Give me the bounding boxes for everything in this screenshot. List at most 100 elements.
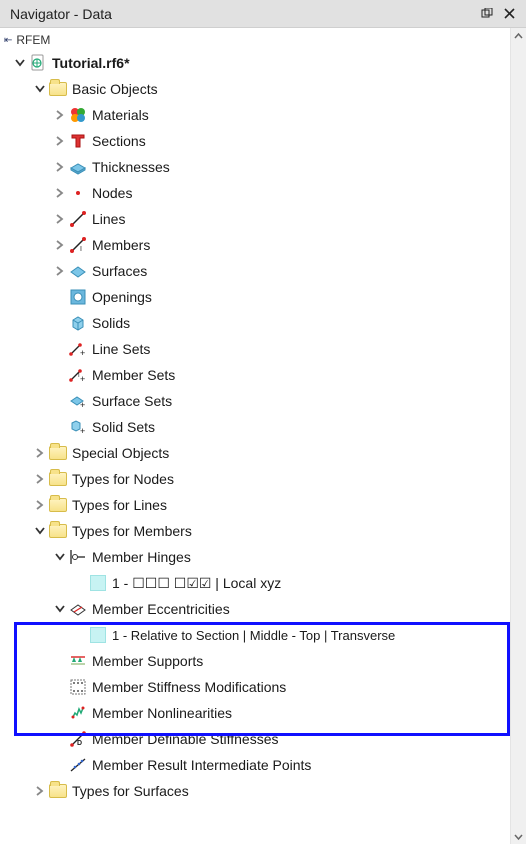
tree-item-surfaces[interactable]: Surfaces xyxy=(0,258,510,284)
types-for-nodes-label: Types for Nodes xyxy=(70,471,174,487)
solid-sets-icon: + xyxy=(68,417,88,437)
tree-item-member-hinge-1[interactable]: · 1 - ☐☐☐ ☐☑☑ | Local xyz xyxy=(0,570,510,596)
chevron-right-icon[interactable] xyxy=(32,783,48,799)
tree-item-basic-objects[interactable]: Basic Objects xyxy=(0,76,510,102)
solid-sets-label: Solid Sets xyxy=(90,419,155,435)
svg-text:D: D xyxy=(77,740,82,747)
swatch-icon xyxy=(88,573,108,593)
types-for-lines-label: Types for Lines xyxy=(70,497,167,513)
scroll-up-button[interactable] xyxy=(511,28,526,44)
chevron-down-icon[interactable] xyxy=(12,55,28,71)
tree-item-thicknesses[interactable]: Thicknesses xyxy=(0,154,510,180)
dock-icon xyxy=(481,8,493,20)
chevron-right-icon[interactable] xyxy=(32,497,48,513)
close-button[interactable] xyxy=(498,3,520,25)
member-eccentricities-label: Member Eccentricities xyxy=(90,601,230,617)
chevron-right-icon[interactable] xyxy=(52,107,68,123)
line-sets-label: Line Sets xyxy=(90,341,150,357)
member-eccentricities-icon xyxy=(68,599,88,619)
tree-item-types-for-lines[interactable]: Types for Lines xyxy=(0,492,510,518)
tree-item-solids[interactable]: · Solids xyxy=(0,310,510,336)
tree-item-nodes[interactable]: Nodes xyxy=(0,180,510,206)
openings-label: Openings xyxy=(90,289,152,305)
folder-icon xyxy=(48,521,68,541)
chevron-right-icon[interactable] xyxy=(32,471,48,487)
tree-item-member-eccentricity-1[interactable]: · 1 - Relative to Section | Middle - Top… xyxy=(0,622,510,648)
chevron-right-icon[interactable] xyxy=(52,211,68,227)
scroll-down-button[interactable] xyxy=(511,828,526,844)
tree-item-sections[interactable]: Sections xyxy=(0,128,510,154)
tree-item-member-result-inter-pts[interactable]: · Member Result Intermediate Points xyxy=(0,752,510,778)
tree-item-member-eccentricities[interactable]: Member Eccentricities xyxy=(0,596,510,622)
chevron-right-icon[interactable] xyxy=(52,159,68,175)
panel-body: ⇤ RFEM Tutorial.rf6* xyxy=(0,28,526,844)
member-nonlinearities-icon xyxy=(68,703,88,723)
surface-sets-label: Surface Sets xyxy=(90,393,172,409)
tree-item-lines[interactable]: Lines xyxy=(0,206,510,232)
chevron-right-icon[interactable] xyxy=(52,185,68,201)
folder-icon xyxy=(48,469,68,489)
svg-text:I: I xyxy=(80,246,82,253)
panel-title: Navigator - Data xyxy=(10,6,476,22)
tree-item-member-supports[interactable]: · Member Supports xyxy=(0,648,510,674)
sections-icon xyxy=(68,131,88,151)
tree-item-types-for-nodes[interactable]: Types for Nodes xyxy=(0,466,510,492)
chevron-right-icon[interactable] xyxy=(52,237,68,253)
navigator-panel: Navigator - Data ⇤ RFEM xyxy=(0,0,526,844)
vertical-scrollbar[interactable] xyxy=(510,28,526,844)
svg-text:+: + xyxy=(80,426,85,436)
svg-text:+: + xyxy=(80,348,85,358)
chevron-down-icon[interactable] xyxy=(32,81,48,97)
tree-item-member-nonlinearities[interactable]: · Member Nonlinearities xyxy=(0,700,510,726)
tree-item-members[interactable]: I Members xyxy=(0,232,510,258)
members-label: Members xyxy=(90,237,150,253)
chevron-right-icon[interactable] xyxy=(32,445,48,461)
member-definable-stiff-icon: D xyxy=(68,729,88,749)
member-hinges-label: Member Hinges xyxy=(90,549,191,565)
member-eccentricity-1-label: 1 - Relative to Section | Middle - Top |… xyxy=(110,628,395,643)
chevron-down-icon[interactable] xyxy=(52,601,68,617)
openings-icon xyxy=(68,287,88,307)
chevron-right-icon[interactable] xyxy=(52,263,68,279)
tree-item-special-objects[interactable]: Special Objects xyxy=(0,440,510,466)
chevron-down-icon[interactable] xyxy=(32,523,48,539)
tree-item-member-stiffness-mods[interactable]: · Member Stiffness Modifications xyxy=(0,674,510,700)
member-result-inter-pts-label: Member Result Intermediate Points xyxy=(90,757,311,773)
folder-icon xyxy=(48,495,68,515)
tree-root[interactable]: ⇤ RFEM xyxy=(0,30,510,50)
dock-button[interactable] xyxy=(476,3,498,25)
tree-item-surface-sets[interactable]: · + Surface Sets xyxy=(0,388,510,414)
member-supports-label: Member Supports xyxy=(90,653,203,669)
tree[interactable]: ⇤ RFEM Tutorial.rf6* xyxy=(0,28,510,844)
materials-icon xyxy=(68,105,88,125)
svg-text:+: + xyxy=(80,374,85,384)
tree-item-line-sets[interactable]: · + Line Sets xyxy=(0,336,510,362)
tree-item-solid-sets[interactable]: · + Solid Sets xyxy=(0,414,510,440)
folder-icon xyxy=(48,443,68,463)
tree-item-file[interactable]: Tutorial.rf6* xyxy=(0,50,510,76)
scroll-track[interactable] xyxy=(511,44,526,828)
types-for-members-label: Types for Members xyxy=(70,523,192,539)
tree-item-member-definable-stiff[interactable]: · D Member Definable Stiffnesses xyxy=(0,726,510,752)
member-hinge-1-label: 1 - ☐☐☐ ☐☑☑ | Local xyz xyxy=(110,575,281,592)
materials-label: Materials xyxy=(90,107,149,123)
surface-sets-icon: + xyxy=(68,391,88,411)
nodes-label: Nodes xyxy=(90,185,132,201)
folder-icon xyxy=(48,781,68,801)
tree-item-member-hinges[interactable]: Member Hinges xyxy=(0,544,510,570)
thicknesses-icon xyxy=(68,157,88,177)
surfaces-icon xyxy=(68,261,88,281)
tree-item-member-sets[interactable]: · I + Member Sets xyxy=(0,362,510,388)
chevron-down-icon[interactable] xyxy=(52,549,68,565)
tree-item-types-for-members[interactable]: Types for Members xyxy=(0,518,510,544)
chevron-right-icon[interactable] xyxy=(52,133,68,149)
tree-item-openings[interactable]: · Openings xyxy=(0,284,510,310)
svg-text:+: + xyxy=(80,400,85,410)
lines-icon xyxy=(68,209,88,229)
folder-icon xyxy=(48,79,68,99)
tree-item-types-for-surfaces[interactable]: Types for Surfaces xyxy=(0,778,510,804)
line-sets-icon: + xyxy=(68,339,88,359)
swatch-icon xyxy=(88,625,108,645)
member-nonlinearities-label: Member Nonlinearities xyxy=(90,705,232,721)
tree-item-materials[interactable]: Materials xyxy=(0,102,510,128)
